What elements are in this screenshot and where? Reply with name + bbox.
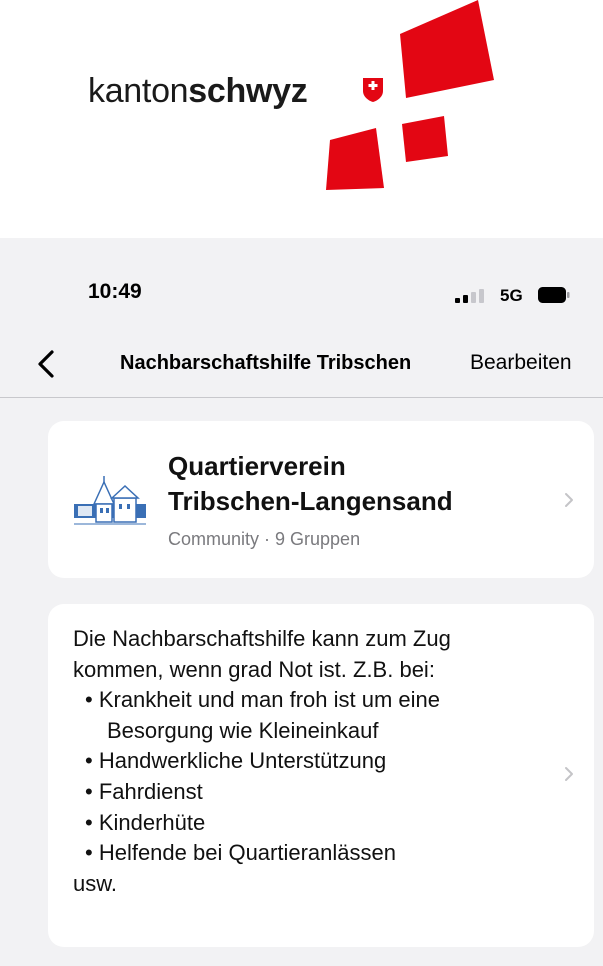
description-line: Die Nachbarschaftshilfe kann zum Zug — [73, 626, 451, 651]
group-description: Die Nachbarschaftshilfe kann zum Zug kom… — [73, 624, 543, 899]
page-title: Nachbarschaftshilfe Tribschen — [120, 352, 412, 374]
phone-screen: 10:49 5G Nachbarschaftshilfe Tribschen B… — [0, 238, 603, 966]
network-type: 5G — [500, 286, 523, 305]
brand-wordmark: kantonschwyz — [88, 72, 308, 110]
navigation-bar: Nachbarschaftshilfe Tribschen Bearbeiten — [0, 333, 603, 398]
signal-icon — [455, 289, 484, 303]
description-bullet: • Kinderhüte — [85, 809, 206, 835]
description-line: Besorgung wie Kleineinkauf — [107, 717, 379, 743]
chevron-right-icon — [565, 493, 573, 507]
brand-header: kantonschwyz — [0, 0, 603, 230]
community-name: Quartierverein Tribschen-Langensand — [168, 451, 453, 516]
description-bullet: • Fahrdienst — [85, 778, 203, 804]
description-bullet: • Helfende bei Quartieranlässen — [85, 840, 396, 866]
edit-button[interactable]: Bearbeiten — [470, 351, 572, 375]
description-card[interactable]: Die Nachbarschaftshilfe kann zum Zug kom… — [48, 604, 594, 947]
description-bullet: • Handwerkliche Unterstützung — [85, 748, 387, 774]
description-bullet: • Krankheit und man froh ist um eine — [85, 687, 440, 713]
description-line: usw. — [73, 870, 118, 896]
community-card[interactable]: Quartierverein Tribschen-Langensand Comm… — [48, 421, 594, 578]
battery-icon — [538, 287, 570, 303]
chevron-right-icon — [565, 767, 573, 781]
description-line: kommen, wenn grad Not ist. Z.B. bei: — [73, 656, 435, 682]
chevron-left-icon[interactable] — [36, 349, 58, 379]
kanton-schwyz-logo-marks — [326, 0, 494, 190]
status-bar: 10:49 5G — [0, 238, 603, 333]
status-time: 10:49 — [88, 280, 142, 303]
community-building-image — [74, 476, 146, 525]
community-subtitle: Community · 9 Gruppen — [168, 529, 361, 549]
swiss-shield-icon — [363, 78, 383, 102]
